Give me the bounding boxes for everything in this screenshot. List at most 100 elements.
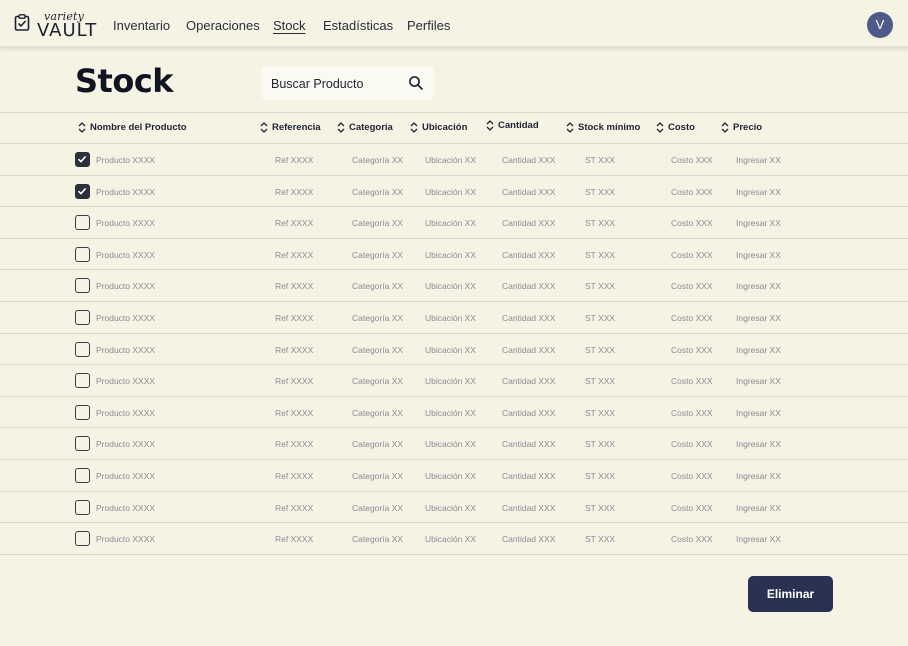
cell-ubicacion: Ubicación XX: [425, 502, 477, 513]
column-header-cantidad[interactable]: Cantidad: [486, 120, 539, 131]
cell-cantidad: Cantidad XXX: [502, 471, 556, 481]
cell-categoria: Categoría XX: [352, 249, 404, 260]
cell-referencia: Ref XXXX: [275, 281, 314, 292]
cell-name: Producto XXXX: [96, 344, 156, 355]
column-header-costo[interactable]: Costo: [656, 122, 695, 133]
nav-item-stock[interactable]: Stock: [273, 18, 306, 33]
row-checkbox[interactable]: [75, 341, 90, 357]
row-checkbox[interactable]: [75, 499, 90, 515]
column-header-referencia[interactable]: Referencia: [260, 122, 321, 133]
cell-categoria: Categoría XX: [352, 186, 404, 197]
column-label: Ubicación: [422, 122, 468, 133]
sort-icon[interactable]: [337, 122, 345, 133]
cell-categoria: Categoría XX: [352, 313, 404, 323]
row-checkbox[interactable]: [75, 373, 90, 389]
cell-name: Producto XXXX: [96, 439, 156, 450]
column-header-stock-minimo[interactable]: Stock mínimo: [566, 122, 640, 133]
cell-costo: Costo XXX: [671, 249, 713, 260]
column-label: Costo: [668, 122, 695, 133]
table-row[interactable]: Producto XXXX Ref XXXX Categoría XX Ubicaci…: [0, 144, 908, 176]
table-row[interactable]: Producto XXXX Ref XXXX Categoría XX Ubicaci…: [0, 302, 908, 334]
cell-stock-minimo: ST XXX: [585, 249, 616, 260]
cell-referencia: Ref XXXX: [275, 471, 314, 481]
cell-stock-minimo: ST XXX: [585, 534, 616, 545]
column-header-name[interactable]: Nombre del Producto: [78, 122, 187, 133]
cell-name: Producto XXXX: [96, 313, 156, 323]
sort-icon[interactable]: [486, 120, 494, 131]
cell-stock-minimo: ST XXX: [585, 502, 616, 513]
row-checkbox[interactable]: [75, 246, 90, 262]
nav-item-operaciones[interactable]: Operaciones: [186, 18, 260, 33]
table-row[interactable]: Producto XXXX Ref XXXX Categoría XX Ubicaci…: [0, 460, 908, 492]
cell-name: Producto XXXX: [96, 155, 156, 165]
nav-item-estadisticas[interactable]: Estadísticas: [323, 18, 393, 33]
table-row[interactable]: Producto XXXX Ref XXXX Categoría XX Ubicaci…: [0, 397, 908, 429]
cell-precio: Ingresar XX: [736, 471, 781, 481]
table-row[interactable]: Producto XXXX Ref XXXX Categoría XX Ubicaci…: [0, 365, 908, 397]
row-checkbox[interactable]: [75, 278, 90, 294]
sort-icon[interactable]: [721, 122, 729, 133]
table-row[interactable]: Producto XXXX Ref XXXX Categoría XX Ubicaci…: [0, 270, 908, 302]
cell-ubicacion: Ubicación XX: [425, 471, 477, 481]
sort-icon[interactable]: [260, 122, 268, 133]
sort-icon[interactable]: [78, 122, 86, 133]
row-checkbox[interactable]: [75, 152, 90, 167]
search-input[interactable]: [271, 75, 401, 93]
search-icon[interactable]: [408, 75, 424, 91]
cell-costo: Costo XXX: [671, 376, 713, 387]
table-row[interactable]: Producto XXXX Ref XXXX Categoría XX Ubicaci…: [0, 176, 908, 208]
column-label: Cantidad: [498, 120, 539, 131]
sort-icon[interactable]: [410, 122, 418, 133]
cell-cantidad: Cantidad XXX: [502, 376, 556, 387]
row-checkbox[interactable]: [75, 215, 90, 231]
table-row[interactable]: Producto XXXX Ref XXXX Categoría XX Ubicaci…: [0, 239, 908, 271]
cell-stock-minimo: ST XXX: [585, 218, 616, 229]
cell-precio: Ingresar XX: [736, 407, 781, 418]
cell-name: Producto XXXX: [96, 218, 156, 229]
check-icon: [77, 187, 87, 195]
cell-cantidad: Cantidad XXX: [502, 249, 556, 260]
table-row[interactable]: Producto XXXX Ref XXXX Categoría XX Ubicaci…: [0, 207, 908, 239]
column-header-ubicacion[interactable]: Ubicación: [410, 122, 467, 133]
cell-costo: Costo XXX: [671, 344, 713, 355]
nav-item-inventario[interactable]: Inventario: [113, 18, 170, 33]
nav-item-perfiles[interactable]: Perfiles: [407, 18, 450, 33]
cell-stock-minimo: ST XXX: [585, 407, 616, 418]
clipboard-check-icon: [14, 14, 30, 31]
sort-icon[interactable]: [656, 122, 664, 133]
cell-stock-minimo: ST XXX: [585, 313, 616, 323]
cell-costo: Costo XXX: [671, 502, 713, 513]
cell-cantidad: Cantidad XXX: [502, 186, 556, 197]
row-checkbox[interactable]: [75, 531, 90, 547]
column-header-categoria[interactable]: Categoría: [337, 122, 393, 133]
top-navbar: variety VAULT Inventario Operaciones Sto…: [0, 0, 908, 48]
row-checkbox[interactable]: [75, 310, 90, 325]
brand-logo[interactable]: variety VAULT: [14, 10, 96, 41]
delete-button[interactable]: Eliminar: [748, 576, 833, 612]
column-header-precio[interactable]: Precio: [721, 122, 762, 133]
cell-ubicacion: Ubicación XX: [425, 344, 477, 355]
table-row[interactable]: Producto XXXX Ref XXXX Categoría XX Ubicaci…: [0, 334, 908, 366]
row-checkbox[interactable]: [75, 436, 90, 452]
column-label: Categoría: [349, 122, 393, 133]
cell-categoria: Categoría XX: [352, 376, 404, 387]
row-checkbox[interactable]: [75, 468, 90, 483]
cell-precio: Ingresar XX: [736, 218, 781, 229]
table-row[interactable]: Producto XXXX Ref XXXX Categoría XX Ubicaci…: [0, 428, 908, 460]
cell-referencia: Ref XXXX: [275, 407, 314, 418]
table-row[interactable]: Producto XXXX Ref XXXX Categoría XX Ubicaci…: [0, 523, 908, 555]
column-label: Referencia: [272, 122, 321, 133]
cell-precio: Ingresar XX: [736, 313, 781, 323]
cell-precio: Ingresar XX: [736, 344, 781, 355]
cell-ubicacion: Ubicación XX: [425, 281, 477, 292]
cell-stock-minimo: ST XXX: [585, 439, 616, 450]
row-checkbox[interactable]: [75, 404, 90, 420]
row-checkbox[interactable]: [75, 183, 90, 199]
cell-categoria: Categoría XX: [352, 471, 404, 481]
user-avatar[interactable]: V: [867, 12, 893, 38]
cell-ubicacion: Ubicación XX: [425, 376, 477, 387]
cell-cantidad: Cantidad XXX: [502, 534, 556, 545]
search-box: [261, 66, 434, 100]
sort-icon[interactable]: [566, 122, 574, 133]
table-row[interactable]: Producto XXXX Ref XXXX Categoría XX Ubicaci…: [0, 492, 908, 524]
